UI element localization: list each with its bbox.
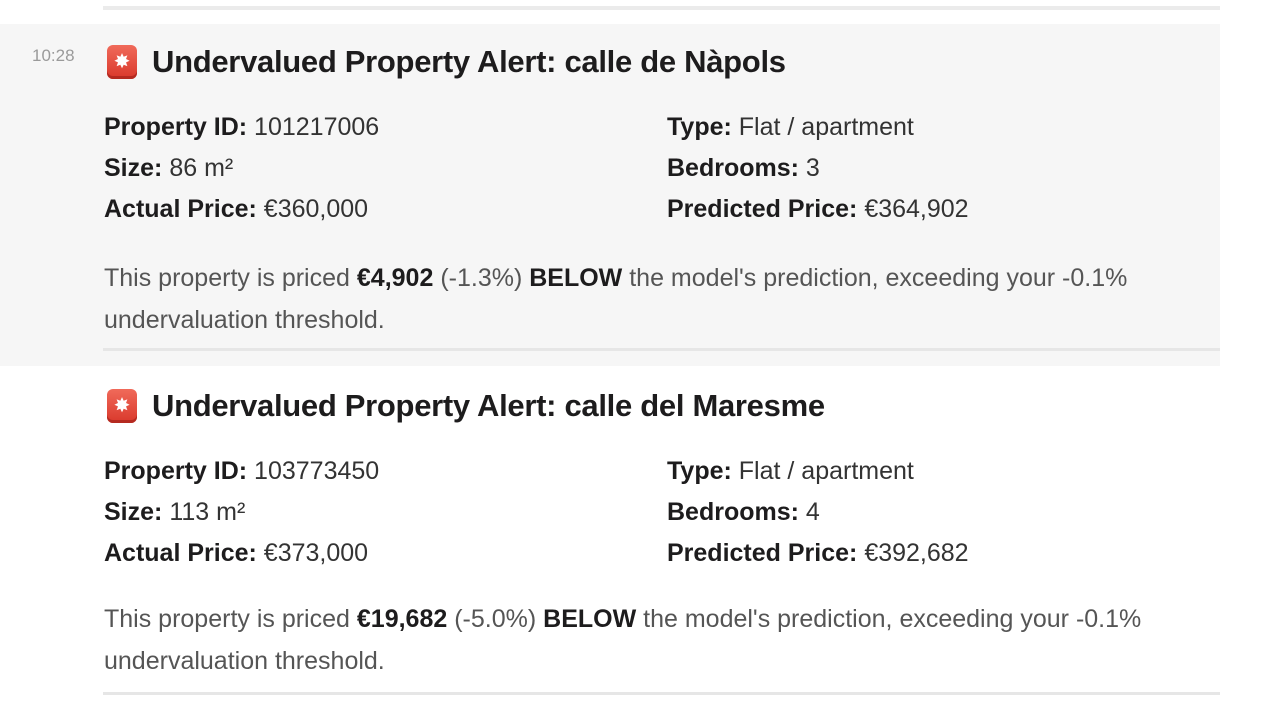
property-id-field: Property ID: 103773450 bbox=[104, 457, 379, 486]
size-label: Size: bbox=[104, 498, 163, 526]
bedrooms-field: Bedrooms: 3 bbox=[667, 154, 820, 183]
actual-price-value: €360,000 bbox=[263, 195, 369, 223]
red-alert-badge-icon: ✸ bbox=[107, 45, 137, 79]
size-field: Size: 86 m² bbox=[104, 154, 233, 183]
size-field: Size: 113 m² bbox=[104, 498, 245, 527]
summary-diff-amount: €4,902 bbox=[356, 264, 434, 292]
type-label: Type: bbox=[667, 457, 732, 485]
predicted-price-field: Predicted Price: €392,682 bbox=[667, 539, 969, 568]
actual-price-label: Actual Price: bbox=[104, 195, 257, 223]
summary-below: BELOW bbox=[543, 605, 637, 633]
type-field: Type: Flat / apartment bbox=[667, 113, 914, 142]
size-value: 86 m² bbox=[169, 154, 234, 182]
summary-diff-pct: (-5.0%) bbox=[454, 605, 537, 633]
predicted-price-value: €392,682 bbox=[864, 539, 969, 567]
summary-prefix: This property is priced bbox=[104, 264, 350, 292]
predicted-price-label: Predicted Price: bbox=[667, 195, 858, 223]
property-id-label: Property ID: bbox=[104, 113, 248, 141]
bedrooms-value: 3 bbox=[805, 154, 820, 182]
alert-title: ✸ Undervalued Property Alert: calle de N… bbox=[107, 44, 786, 80]
property-id-field: Property ID: 101217006 bbox=[104, 113, 379, 142]
predicted-price-value: €364,902 bbox=[864, 195, 969, 223]
size-value: 113 m² bbox=[169, 498, 246, 526]
alert-summary: This property is priced €19,682 (-5.0%) … bbox=[104, 598, 1204, 682]
alert-title: ✸ Undervalued Property Alert: calle del … bbox=[107, 388, 825, 424]
summary-diff-pct: (-1.3%) bbox=[440, 264, 523, 292]
alert-message[interactable]: 10:28 ✸ Undervalued Property Alert: call… bbox=[0, 24, 1220, 366]
actual-price-label: Actual Price: bbox=[104, 539, 257, 567]
message-divider bbox=[103, 348, 1220, 351]
message-timestamp[interactable]: 10:28 bbox=[32, 46, 75, 66]
bedrooms-field: Bedrooms: 4 bbox=[667, 498, 820, 527]
type-label: Type: bbox=[667, 113, 732, 141]
actual-price-field: Actual Price: €373,000 bbox=[104, 539, 368, 568]
actual-price-value: €373,000 bbox=[263, 539, 369, 567]
size-label: Size: bbox=[104, 154, 163, 182]
summary-diff-amount: €19,682 bbox=[356, 605, 448, 633]
bedrooms-value: 4 bbox=[805, 498, 820, 526]
alert-title-text: Undervalued Property Alert: calle del Ma… bbox=[152, 388, 825, 423]
type-value: Flat / apartment bbox=[738, 113, 914, 141]
red-alert-badge-icon: ✸ bbox=[107, 389, 137, 423]
property-id-value: 103773450 bbox=[254, 457, 380, 485]
predicted-price-label: Predicted Price: bbox=[667, 539, 858, 567]
summary-below: BELOW bbox=[529, 264, 623, 292]
message-divider bbox=[103, 692, 1220, 695]
bedrooms-label: Bedrooms: bbox=[667, 154, 799, 182]
message-divider bbox=[103, 6, 1220, 10]
property-id-label: Property ID: bbox=[104, 457, 248, 485]
alert-summary: This property is priced €4,902 (-1.3%) B… bbox=[104, 257, 1204, 341]
property-id-value: 101217006 bbox=[254, 113, 380, 141]
predicted-price-field: Predicted Price: €364,902 bbox=[667, 195, 969, 224]
alert-title-text: Undervalued Property Alert: calle de Nàp… bbox=[152, 44, 786, 79]
type-field: Type: Flat / apartment bbox=[667, 457, 914, 486]
actual-price-field: Actual Price: €360,000 bbox=[104, 195, 368, 224]
bedrooms-label: Bedrooms: bbox=[667, 498, 799, 526]
alert-message[interactable]: ✸ Undervalued Property Alert: calle del … bbox=[0, 366, 1220, 716]
summary-prefix: This property is priced bbox=[104, 605, 350, 633]
type-value: Flat / apartment bbox=[738, 457, 914, 485]
slack-channel-feed: 10:28 ✸ Undervalued Property Alert: call… bbox=[0, 0, 1284, 724]
